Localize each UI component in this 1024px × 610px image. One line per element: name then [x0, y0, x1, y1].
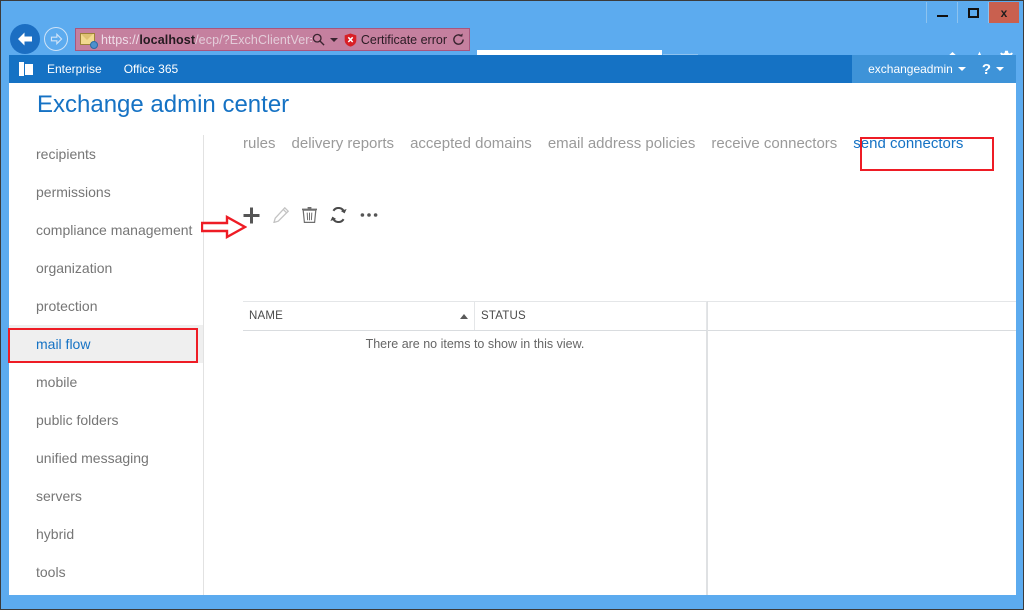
url-host: localhost: [139, 32, 196, 47]
sidebar-item-label: servers: [36, 488, 82, 504]
sidebar-item-label: compliance management: [36, 222, 193, 238]
sidebar-item-label: protection: [36, 298, 98, 314]
certificate-error-shield-icon: [344, 33, 357, 47]
sidebar-item-label: unified messaging: [36, 450, 149, 466]
close-icon: x: [1000, 5, 1008, 20]
delete-button[interactable]: [302, 207, 317, 223]
sort-ascending-icon: [460, 313, 468, 319]
sidebar-item-tools[interactable]: tools: [9, 553, 203, 591]
sidebar-item-label: organization: [36, 260, 113, 276]
edit-button[interactable]: [273, 207, 289, 223]
list-toolbar: [243, 203, 378, 227]
window-controls: x: [926, 2, 1019, 23]
sidebar-item-label: hybrid: [36, 526, 75, 542]
user-menu-caret-icon[interactable]: [957, 67, 966, 71]
sidebar-item-label: permissions: [36, 184, 111, 200]
refresh-button[interactable]: [330, 207, 347, 223]
list-body: There are no items to show in this view.: [243, 331, 707, 595]
sidebar-nav: recipients permissions compliance manage…: [9, 135, 204, 595]
maximize-button[interactable]: [957, 2, 988, 23]
sidebar-item-protection[interactable]: protection: [9, 287, 203, 325]
browser-window: x https://localhost/ecp/?ExchClientVer=1…: [0, 0, 1024, 610]
sidebar-item-mail-flow[interactable]: mail flow: [9, 325, 203, 363]
address-bar-url[interactable]: https://localhost/ecp/?ExchClientVer=15: [101, 33, 312, 47]
column-header-name-label: NAME: [249, 310, 284, 322]
ellipsis-icon: [360, 213, 378, 217]
help-menu-caret-icon[interactable]: [996, 67, 1004, 71]
address-bar[interactable]: https://localhost/ecp/?ExchClientVer=15 …: [75, 28, 470, 51]
suite-link-office365[interactable]: Office 365: [124, 62, 178, 76]
forward-button[interactable]: [44, 27, 68, 51]
minimize-button[interactable]: [926, 2, 957, 23]
url-scheme: https://: [101, 32, 140, 47]
sidebar-item-label: mobile: [36, 374, 78, 390]
pivot-tab-bar: rules delivery reports accepted domains …: [205, 135, 979, 183]
column-header-spacer: [707, 302, 1016, 330]
maximize-icon: [967, 7, 979, 18]
tab-send-connectors[interactable]: send connectors: [853, 135, 963, 152]
connectors-list: NAME STATUS There are no items to show i…: [243, 301, 1016, 595]
office-suite-bar: Enterprise Office 365 exchangeadmin ?: [9, 55, 1016, 88]
trash-icon: [302, 207, 317, 223]
list-column-headers: NAME STATUS: [243, 301, 1016, 331]
main-content: rules delivery reports accepted domains …: [205, 135, 1016, 595]
sidebar-item-servers[interactable]: servers: [9, 477, 203, 515]
refresh-icon[interactable]: [452, 33, 465, 46]
forward-arrow-icon: [50, 33, 62, 45]
sidebar-item-recipients[interactable]: recipients: [9, 135, 203, 173]
help-label[interactable]: ?: [982, 61, 991, 78]
sidebar-item-label: tools: [36, 564, 66, 580]
empty-state-message: There are no items to show in this view.: [365, 337, 585, 351]
tab-rules[interactable]: rules: [243, 135, 276, 152]
sidebar-item-public-folders[interactable]: public folders: [9, 401, 203, 439]
page-viewport: Enterprise Office 365 exchangeadmin ? Ex…: [9, 55, 1016, 595]
browser-navigation-bar: https://localhost/ecp/?ExchClientVer=15 …: [2, 23, 1023, 75]
site-favicon-icon: [80, 32, 98, 49]
page-title: Exchange admin center: [37, 91, 290, 118]
sidebar-item-compliance-management[interactable]: compliance management: [9, 211, 203, 249]
refresh-circular-icon: [330, 207, 347, 223]
close-button[interactable]: x: [988, 2, 1019, 23]
new-button[interactable]: [243, 207, 260, 224]
sidebar-item-organization[interactable]: organization: [9, 249, 203, 287]
sidebar-item-permissions[interactable]: permissions: [9, 173, 203, 211]
sidebar-item-label: public folders: [36, 412, 119, 428]
search-icon[interactable]: [312, 33, 325, 46]
office-logo-icon: [19, 62, 33, 76]
window-title-bar: x: [2, 2, 1023, 24]
sidebar-item-label: mail flow: [36, 336, 91, 352]
tab-receive-connectors[interactable]: receive connectors: [711, 135, 837, 152]
plus-icon: [243, 207, 260, 223]
user-account-label[interactable]: exchangeadmin: [868, 62, 953, 76]
back-arrow-icon: [18, 32, 32, 46]
back-button[interactable]: [10, 24, 40, 54]
tab-email-address-policies[interactable]: email address policies: [548, 135, 696, 152]
sidebar-item-unified-messaging[interactable]: unified messaging: [9, 439, 203, 477]
more-button[interactable]: [360, 212, 378, 218]
tab-delivery-reports[interactable]: delivery reports: [292, 135, 395, 152]
search-dropdown-caret-icon[interactable]: [329, 37, 338, 42]
url-path: /ecp/?ExchClientVer=15: [195, 32, 312, 47]
column-header-status-label: STATUS: [481, 310, 526, 322]
suite-link-enterprise[interactable]: Enterprise: [47, 62, 102, 88]
sidebar-item-label: recipients: [36, 146, 96, 162]
sidebar-item-mobile[interactable]: mobile: [9, 363, 203, 401]
tab-accepted-domains[interactable]: accepted domains: [410, 135, 532, 152]
minimize-icon: [936, 14, 948, 17]
certificate-error-label[interactable]: Certificate error: [361, 33, 447, 47]
sidebar-item-hybrid[interactable]: hybrid: [9, 515, 203, 553]
column-header-name[interactable]: NAME: [243, 302, 475, 330]
pencil-icon: [273, 207, 289, 223]
column-header-status[interactable]: STATUS: [475, 302, 707, 330]
suite-bar-right: exchangeadmin ?: [852, 55, 1016, 83]
details-pane-divider: [707, 301, 708, 595]
